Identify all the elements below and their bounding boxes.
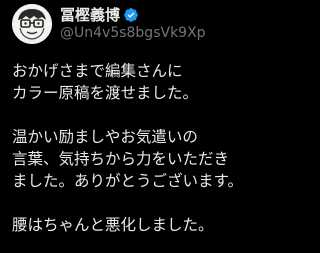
tweet-paragraph: おかげさまで編集さんに カラー原稿を渡せました。	[12, 60, 262, 104]
tweet-header: 冨樫義博 @Un4v5s8bgsVk9Xp	[12, 2, 206, 46]
tweet-line: 言葉、気持ちから力をいただき	[12, 150, 230, 168]
tweet-line: ました。ありがとうございます。	[12, 172, 243, 190]
tweet-line: おかげさまで編集さんに	[12, 62, 183, 80]
tweet-paragraph: 腰はちゃんと悪化しました。	[12, 214, 262, 236]
tweet-text: おかげさまで編集さんに カラー原稿を渡せました。 温かい励ましやお気遣いの 言葉…	[12, 60, 262, 236]
tweet-line: 腰はちゃんと悪化しました。	[12, 216, 214, 234]
avatar[interactable]	[12, 4, 52, 44]
name-row: 冨樫義博	[60, 6, 206, 24]
author-names: 冨樫義博 @Un4v5s8bgsVk9Xp	[60, 6, 206, 42]
tweet-line: 温かい励ましやお気遣いの	[12, 128, 198, 146]
author-handle[interactable]: @Un4v5s8bgsVk9Xp	[60, 24, 206, 42]
tweet-paragraph: 温かい励ましやお気遣いの 言葉、気持ちから力をいただき ました。ありがとうござい…	[12, 126, 262, 192]
verified-badge-icon[interactable]	[123, 7, 139, 23]
tweet-line: カラー原稿を渡せました。	[12, 84, 199, 102]
tweet-card: 冨樫義博 @Un4v5s8bgsVk9Xp おかげさまで編集さんに カラー原稿を…	[0, 0, 266, 253]
author-display-name[interactable]: 冨樫義博	[60, 6, 120, 24]
cartoon-face-avatar-icon	[12, 4, 52, 44]
